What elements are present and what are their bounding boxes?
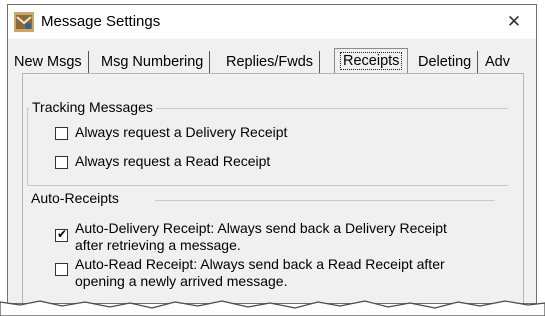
auto-delivery-checkbox[interactable]: ✔ bbox=[55, 227, 68, 242]
tab-adv[interactable]: Adv bbox=[485, 51, 510, 73]
tab-receipts[interactable]: Receipts bbox=[334, 48, 409, 73]
auto-read-label-line1: Auto-Read Receipt: Always send back a Re… bbox=[75, 256, 445, 272]
torn-edge bbox=[0, 300, 545, 316]
tab-new-msgs[interactable]: New Msgs bbox=[14, 51, 89, 73]
read-receipt-label: Always request a Read Receipt bbox=[75, 153, 271, 169]
delivery-receipt-label: Always request a Delivery Receipt bbox=[75, 124, 288, 140]
tab-msg-numbering[interactable]: Msg Numbering bbox=[101, 51, 211, 73]
title-bar: Message Settings ✕ bbox=[8, 5, 536, 39]
tracking-group-border bbox=[27, 108, 508, 186]
mail-app-icon bbox=[14, 12, 34, 32]
close-icon[interactable]: ✕ bbox=[492, 5, 536, 39]
tracking-group-label: Tracking Messages bbox=[29, 99, 156, 115]
auto-receipts-group-label: Auto-Receipts bbox=[28, 190, 122, 206]
tab-strip: New Msgs Msg Numbering Replies/Fwds Rece… bbox=[14, 48, 530, 74]
delivery-receipt-checkbox[interactable] bbox=[55, 127, 68, 140]
tab-receipts-label: Receipts bbox=[340, 52, 403, 70]
tab-deleting[interactable]: Deleting bbox=[418, 51, 479, 73]
message-settings-window: Message Settings ✕ New Msgs Msg Numberin… bbox=[7, 4, 537, 304]
auto-read-label-line2: opening a newly arrived message. bbox=[75, 273, 288, 289]
window-title: Message Settings bbox=[41, 13, 161, 30]
auto-delivery-label-line1: Auto-Delivery Receipt: Always send back … bbox=[75, 220, 447, 236]
auto-read-checkbox[interactable] bbox=[55, 263, 68, 276]
tab-replies-fwds[interactable]: Replies/Fwds bbox=[226, 51, 321, 73]
receipts-panel: Tracking Messages Always request a Deliv… bbox=[22, 73, 524, 303]
auto-receipts-divider bbox=[155, 200, 495, 201]
checkmark-icon: ✔ bbox=[57, 227, 68, 241]
auto-delivery-label-line2: after retrieving a message. bbox=[75, 237, 241, 253]
read-receipt-checkbox[interactable] bbox=[55, 156, 68, 169]
